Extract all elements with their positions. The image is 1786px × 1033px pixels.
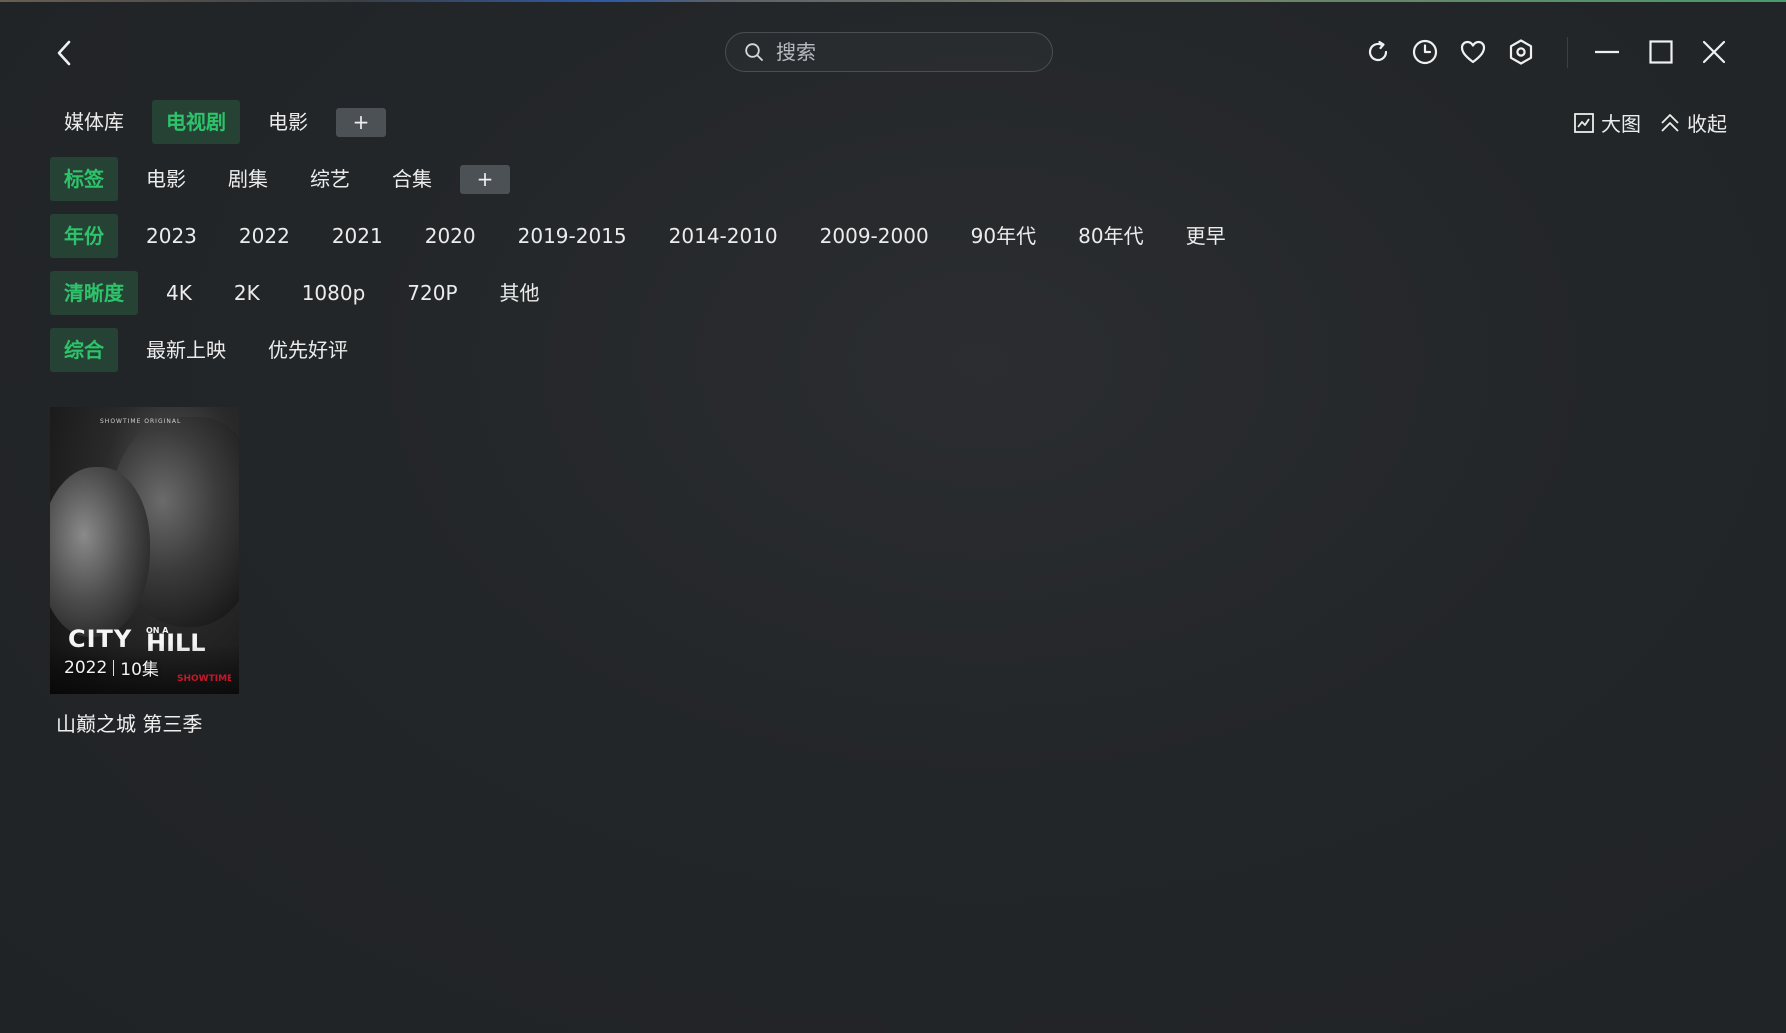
- search-input[interactable]: [776, 40, 1036, 64]
- maximize-button[interactable]: [1644, 35, 1678, 69]
- filter-option[interactable]: 4K: [152, 271, 206, 315]
- collapse-button[interactable]: 收起: [1659, 108, 1727, 137]
- poster-image[interactable]: CITY ON A HILL SHOWTIME ORIGINAL 2022 10…: [50, 407, 239, 694]
- filter-option[interactable]: 合集: [378, 157, 446, 201]
- close-icon: [1702, 40, 1726, 64]
- add-tab-button[interactable]: +: [336, 107, 386, 137]
- double-chevron-up-icon: [1659, 112, 1681, 134]
- hexagon-settings-icon: [1509, 39, 1533, 65]
- filter-option[interactable]: 2023: [132, 214, 211, 258]
- poster-figure-left: [50, 467, 150, 637]
- favorites-button[interactable]: [1456, 35, 1490, 69]
- sort-row: 综合 最新上映 优先好评: [50, 328, 376, 372]
- filter-option[interactable]: 2014-2010: [655, 214, 792, 258]
- search-bar[interactable]: [725, 32, 1053, 72]
- filter-option[interactable]: 2K: [220, 271, 274, 315]
- refresh-button[interactable]: [1361, 35, 1395, 69]
- svg-text:SHOWTIME ORIGINAL: SHOWTIME ORIGINAL: [100, 418, 181, 425]
- filter-label-resolution[interactable]: 清晰度: [50, 271, 138, 315]
- minimize-icon: [1595, 50, 1619, 54]
- poster-meta: 2022 10集: [64, 655, 159, 681]
- poster-top-text: SHOWTIME ORIGINAL: [100, 418, 181, 425]
- card-title[interactable]: 山巅之城 第三季: [50, 708, 239, 737]
- big-view-button[interactable]: 大图: [1573, 108, 1641, 137]
- year-label: 2022: [64, 657, 108, 678]
- settings-button[interactable]: [1504, 35, 1538, 69]
- filter-label-tags[interactable]: 标签: [50, 157, 118, 201]
- maximize-icon: [1649, 40, 1673, 64]
- back-button[interactable]: [48, 36, 82, 70]
- filter-option[interactable]: 2019-2015: [504, 214, 641, 258]
- category-tabs: 媒体库 电视剧 电影 +: [50, 100, 386, 144]
- heart-icon: [1460, 40, 1486, 64]
- close-button[interactable]: [1697, 35, 1731, 69]
- add-tag-button[interactable]: +: [460, 164, 510, 194]
- filter-row-tags: 标签 电影 剧集 综艺 合集 +: [50, 157, 510, 201]
- filter-option[interactable]: 电影: [132, 157, 200, 201]
- sort-option-latest[interactable]: 最新上映: [132, 328, 240, 372]
- sort-option-comprehensive[interactable]: 综合: [50, 328, 118, 372]
- titlebar-divider: [1567, 37, 1568, 68]
- tab-media-library[interactable]: 媒体库: [50, 100, 138, 144]
- clock-icon: [1412, 39, 1438, 65]
- big-view-label: 大图: [1601, 112, 1641, 136]
- tab-movies[interactable]: 电影: [254, 100, 322, 144]
- refresh-icon: [1368, 40, 1388, 62]
- filter-option[interactable]: 2022: [225, 214, 304, 258]
- svg-text:SHOWTIME: SHOWTIME: [177, 674, 231, 684]
- minimize-button[interactable]: [1590, 35, 1624, 69]
- media-card[interactable]: CITY ON A HILL SHOWTIME ORIGINAL 2022 10…: [50, 407, 239, 737]
- filter-option[interactable]: 2020: [411, 214, 490, 258]
- window-top-edge: [0, 0, 1786, 2]
- network-logo: SHOWTIME: [177, 674, 231, 684]
- filter-option[interactable]: 更早: [1172, 214, 1240, 258]
- sort-option-top-rated[interactable]: 优先好评: [254, 328, 362, 372]
- view-actions: 大图 收起: [1573, 108, 1727, 137]
- collapse-label: 收起: [1687, 112, 1727, 136]
- chevron-left-icon: [57, 40, 71, 66]
- image-icon: [1573, 112, 1595, 134]
- episodes-label: 10集: [120, 660, 159, 680]
- filter-option[interactable]: 2021: [318, 214, 397, 258]
- filter-option[interactable]: 1080p: [288, 271, 380, 315]
- filter-option[interactable]: 剧集: [214, 157, 282, 201]
- filter-option[interactable]: 其他: [486, 271, 554, 315]
- filter-row-resolution: 清晰度 4K 2K 1080p 720P 其他: [50, 271, 568, 315]
- history-button[interactable]: [1408, 35, 1442, 69]
- filter-row-year: 年份 2023 2022 2021 2020 2019-2015 2014-20…: [50, 214, 1254, 258]
- filter-label-year[interactable]: 年份: [50, 214, 118, 258]
- tab-tv-series[interactable]: 电视剧: [152, 100, 240, 144]
- filter-option[interactable]: 90年代: [957, 214, 1050, 258]
- filter-option[interactable]: 2009-2000: [806, 214, 943, 258]
- filter-option[interactable]: 综艺: [296, 157, 364, 201]
- search-icon: [744, 42, 764, 62]
- filter-option[interactable]: 720P: [393, 271, 471, 315]
- meta-separator: [113, 659, 115, 676]
- filter-option[interactable]: 80年代: [1064, 214, 1157, 258]
